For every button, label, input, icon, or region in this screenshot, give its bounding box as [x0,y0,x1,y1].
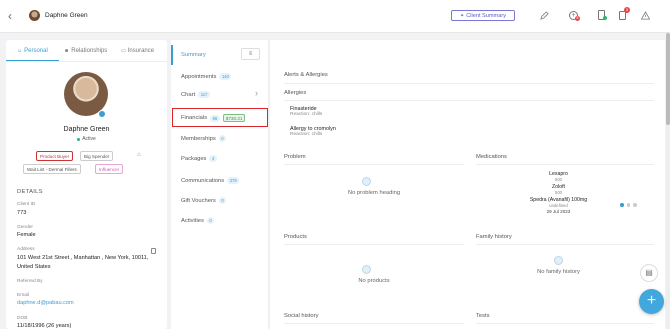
client-summary-label: Client Summary [466,12,506,19]
check-dot-icon [603,16,607,20]
medications-list: Lexapro 500 Zoloft 500 Spedra (Avanafil)… [476,171,641,216]
address-value: 101 West 21st Street , Manhattan , New Y… [17,255,149,270]
back-arrow-icon[interactable]: ‹ [8,10,12,22]
dob-label: DOB [17,316,28,321]
status-dot [77,137,81,141]
products-divider [284,244,464,245]
family-empty-text: No family history [537,269,580,275]
med-date: 29 Jul 2023 [546,209,571,215]
problem-divider [284,164,464,165]
tag-wait-list[interactable]: Wait List - Dermal Fillers [23,164,81,174]
profile-name: Daphne Green [63,126,110,133]
appointments-badge: 140 [219,73,232,80]
gender-value: Female [17,232,36,238]
social-history-title: Social history [284,313,319,319]
dob-value: 11/18/1996 (26 years) [17,323,72,329]
medications-title: Medications [476,154,507,160]
family-history-title: Family history [476,234,512,240]
people-icon: ☻ [64,48,70,54]
top-bar: ‹ Daphne Green ✦ Client Summary + 8 3 [0,0,670,33]
communications-badge: 379 [227,177,240,184]
status-text: Active [82,136,96,142]
client-id-value: 773 [17,210,27,216]
details-heading: DETAILS [17,189,43,195]
email-link[interactable]: daphne.d@pabau.com [17,300,74,306]
problem-empty-text: No problem heading [347,190,401,196]
problem-title: Problem [284,154,306,160]
products-title: Products [284,234,307,240]
allergies-title: Allergies [284,90,307,96]
financials-amount: $730.31 [222,114,246,122]
section-nav: Summary ≡ Appointments 140 Chart 117 › F… [171,40,269,329]
tab-insurance[interactable]: ▭ Insurance [121,48,154,54]
address-label: Address [17,247,35,252]
tests-divider [476,323,654,324]
financials-badge: 86 [210,114,220,122]
carousel-dot[interactable] [633,203,637,207]
social-history-divider [284,323,464,324]
add-fab-button[interactable]: + [639,289,664,314]
tag-product-buyer[interactable]: Product Buyer [36,151,74,161]
problem-empty-icon [362,177,371,186]
customize-icon[interactable]: ≡ [241,48,260,60]
gender-label: Gender [17,225,33,230]
chart-badge: 117 [198,91,210,98]
tag-big-spender[interactable]: Big Spender [80,151,114,161]
card-icon: ▭ [121,48,126,54]
tag-influencer[interactable]: Influencer [95,164,124,174]
summary-content: Alerts & Allergies Allergies Finasteride… [270,40,665,329]
medications-divider [476,164,654,165]
notify-count-badge: 3 [624,7,630,13]
alerts-title: Alerts & Allergies [284,72,328,78]
tag-settings-icon[interactable]: ⌂ [137,152,141,158]
products-empty-text: No products [358,278,390,284]
alerts-divider [284,83,654,84]
header-client-name: Daphne Green [45,12,88,19]
nav-chart[interactable]: Chart 117 [181,91,210,98]
warning-icon[interactable] [641,11,650,20]
allergy-item-1: Finasteride Reaction: chills [290,106,323,117]
header-avatar [29,10,40,21]
tests-title: Tests [476,313,490,319]
referred-label: Referred By [17,279,43,284]
activities-badge: 0 [206,217,215,224]
tabs-divider [6,61,167,62]
edit-pencil-icon[interactable] [540,11,549,20]
nav-appointments[interactable]: Appointments 140 [181,73,232,80]
family-history-divider [476,244,654,245]
person-icon: ☺ [17,48,23,54]
nav-active-bar [171,45,173,65]
allergy-item-2: Allergy to cromolyn Reaction: chills [290,126,336,137]
tab-relationships[interactable]: ☻ Relationships [64,48,107,54]
memberships-badge: 0 [218,135,227,142]
chevron-right-icon[interactable]: › [255,88,258,98]
client-id-label: Client ID [17,202,36,207]
nav-summary[interactable]: Summary [181,52,206,58]
nav-packages[interactable]: Packages 4 [181,155,217,162]
carousel-dot[interactable] [626,203,630,207]
carousel-dots[interactable] [620,203,637,207]
gift-vouchers-badge: 0 [218,197,227,204]
client-summary-button[interactable]: ✦ Client Summary [451,10,515,21]
carousel-dot-active[interactable] [620,203,624,207]
allergies-divider [284,100,654,101]
nav-gift-vouchers[interactable]: Gift Vouchers 0 [181,197,227,204]
dot-badge: 8 [575,16,580,21]
avatar-camera-icon[interactable] [98,110,106,118]
nav-financials[interactable]: Financials 86 $730.31 [181,114,246,122]
email-label: Email [17,293,29,298]
tab-personal[interactable]: ☺ Personal [17,48,48,54]
calendar-float-button[interactable]: ▤ [640,264,658,282]
packages-badge: 4 [209,155,217,162]
nav-communications[interactable]: Communications 379 [181,177,240,184]
family-empty-icon [554,256,563,265]
scrollbar-thumb[interactable] [666,33,670,125]
status-line: Active [6,136,167,142]
products-empty-icon [362,265,371,274]
nav-activities[interactable]: Activities 0 [181,217,215,224]
nav-memberships[interactable]: Memberships 0 [181,135,227,142]
profile-panel: ☺ Personal ☻ Relationships ▭ Insurance D… [6,40,167,329]
sparkle-icon: ✦ [460,12,465,19]
